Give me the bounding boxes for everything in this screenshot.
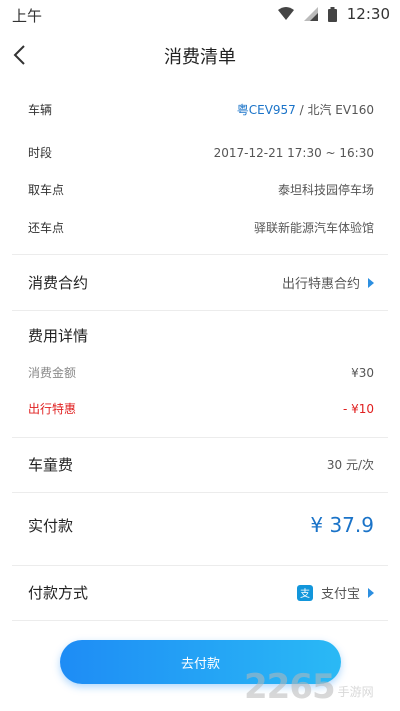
status-icons: 12:30 <box>277 5 390 23</box>
fee-details-title: 费用详情 <box>28 327 89 345</box>
divider <box>12 437 388 438</box>
vehicle-row: 车辆 粤CEV957 / 北汽 EV160 <box>28 101 374 118</box>
period-value: 2017-12-21 17:30 ~ 16:30 <box>213 145 374 160</box>
return-label: 还车点 <box>28 221 65 235</box>
discount-value: - ¥10 <box>342 401 374 416</box>
contract-value: 出行特惠合约 <box>281 277 360 292</box>
divider <box>12 620 388 621</box>
period-label: 时段 <box>28 146 53 160</box>
child-seat-row: 车童费 30 元/次 <box>28 454 374 475</box>
actual-payment-value: ¥ 37.9 <box>310 513 374 537</box>
contract-value-group: 出行特惠合约 <box>282 273 374 292</box>
vehicle-plate: 粤CEV957 <box>236 103 296 117</box>
fee-details-header: 费用详情 <box>28 325 374 346</box>
signal-icon <box>303 7 318 21</box>
vehicle-model: 北汽 EV160 <box>307 103 374 117</box>
watermark-number: 2265 <box>244 667 336 707</box>
return-value: 驿联新能源汽车体验馆 <box>253 221 374 235</box>
pickup-label: 取车点 <box>28 183 65 197</box>
amount-value: ¥30 <box>351 365 374 380</box>
child-seat-label: 车童费 <box>28 456 74 474</box>
return-row: 还车点 驿联新能源汽车体验馆 <box>28 219 374 236</box>
discount-label: 出行特惠 <box>28 402 77 416</box>
actual-payment-label: 实付款 <box>28 516 74 535</box>
watermark: 2265 手游网 <box>244 660 394 704</box>
divider <box>12 565 388 566</box>
status-period: 上午 <box>12 7 43 25</box>
amount-row: 消费金额 ¥30 <box>28 364 374 381</box>
contract-row[interactable]: 消费合约 出行特惠合约 <box>28 272 374 293</box>
divider <box>12 310 388 311</box>
alipay-icon: 支 <box>296 584 313 601</box>
vehicle-value: 粤CEV957 / 北汽 EV160 <box>237 101 374 118</box>
payment-method-value-group: 支 支付宝 <box>296 583 374 602</box>
amount-label: 消费金额 <box>28 366 77 380</box>
contract-label: 消费合约 <box>28 274 89 292</box>
page-title: 消费清单 <box>164 47 236 68</box>
pickup-row: 取车点 泰坦科技园停车场 <box>28 181 374 198</box>
period-row: 时段 2017-12-21 17:30 ~ 16:30 <box>28 144 374 161</box>
watermark-text: 手游网 <box>337 685 374 699</box>
pickup-value: 泰坦科技园停车场 <box>277 183 374 197</box>
discount-row: 出行特惠 - ¥10 <box>28 400 374 417</box>
nav-bar: 消费清单 <box>0 30 400 80</box>
wifi-icon <box>277 7 294 20</box>
divider <box>12 254 388 255</box>
battery-icon <box>327 6 337 22</box>
payment-method-row[interactable]: 付款方式 支 支付宝 <box>28 582 374 603</box>
vehicle-label: 车辆 <box>28 103 53 117</box>
status-bar: 上午 12:30 <box>0 0 400 30</box>
chevron-right-icon <box>368 278 374 288</box>
payment-method-value: 支付宝 <box>320 587 360 602</box>
chevron-right-icon <box>368 587 374 598</box>
divider <box>12 492 388 493</box>
actual-payment-row: 实付款 ¥ 37.9 <box>28 513 374 537</box>
status-clock: 12:30 <box>346 5 390 23</box>
vehicle-separator: / <box>295 103 308 117</box>
child-seat-value: 30 元/次 <box>326 458 374 472</box>
payment-method-label: 付款方式 <box>28 584 89 602</box>
